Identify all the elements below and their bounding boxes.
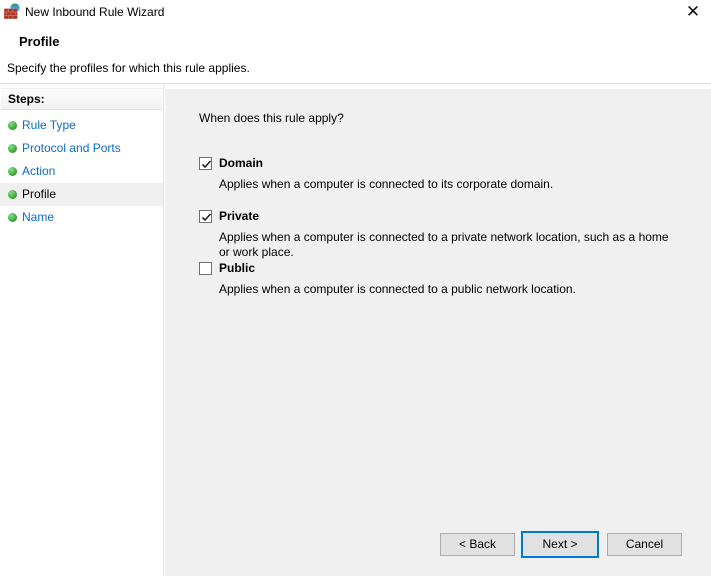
private-description: Applies when a computer is connected to … xyxy=(219,230,669,259)
green-dot-icon xyxy=(8,144,17,153)
page-subtitle: Specify the profiles for which this rule… xyxy=(7,61,250,75)
check-icon xyxy=(201,213,212,222)
firewall-icon xyxy=(4,3,20,19)
window-title: New Inbound Rule Wizard xyxy=(25,5,165,19)
steps-heading: Steps: xyxy=(1,88,162,110)
public-checkbox[interactable] xyxy=(199,262,212,275)
sidebar-item-protocol-and-ports[interactable]: Protocol and Ports xyxy=(0,137,163,160)
private-checkbox[interactable] xyxy=(199,210,212,223)
cancel-button[interactable]: Cancel xyxy=(607,533,682,556)
sidebar-item-profile[interactable]: Profile xyxy=(0,183,163,206)
close-icon[interactable]: ✕ xyxy=(682,1,704,23)
private-label[interactable]: Private xyxy=(219,209,259,223)
green-dot-icon xyxy=(8,121,17,130)
step-label: Rule Type xyxy=(22,118,76,132)
step-label: Protocol and Ports xyxy=(22,141,121,155)
page-title: Profile xyxy=(19,34,60,49)
sidebar-item-action[interactable]: Action xyxy=(0,160,163,183)
title-bar: New Inbound Rule Wizard ✕ xyxy=(0,0,711,30)
next-button[interactable]: Next > xyxy=(521,531,599,558)
green-dot-icon xyxy=(8,167,17,176)
public-description: Applies when a computer is connected to … xyxy=(219,282,576,296)
step-label: Name xyxy=(22,210,55,224)
domain-label[interactable]: Domain xyxy=(219,156,263,170)
public-label[interactable]: Public xyxy=(219,261,255,275)
steps-sidebar: Steps: Rule Type Protocol and Ports Acti… xyxy=(0,84,164,576)
green-dot-icon xyxy=(8,190,17,199)
step-label: Profile xyxy=(22,187,57,201)
step-label: Action xyxy=(22,164,56,178)
back-button[interactable]: < Back xyxy=(440,533,515,556)
domain-checkbox[interactable] xyxy=(199,157,212,170)
sidebar-item-name[interactable]: Name xyxy=(0,206,163,229)
sidebar-item-rule-type[interactable]: Rule Type xyxy=(0,114,163,137)
check-icon xyxy=(201,160,212,169)
steps-list: Rule Type Protocol and Ports Action Prof… xyxy=(0,114,163,229)
green-dot-icon xyxy=(8,213,17,222)
domain-description: Applies when a computer is connected to … xyxy=(219,177,554,191)
question-text: When does this rule apply? xyxy=(199,111,344,125)
